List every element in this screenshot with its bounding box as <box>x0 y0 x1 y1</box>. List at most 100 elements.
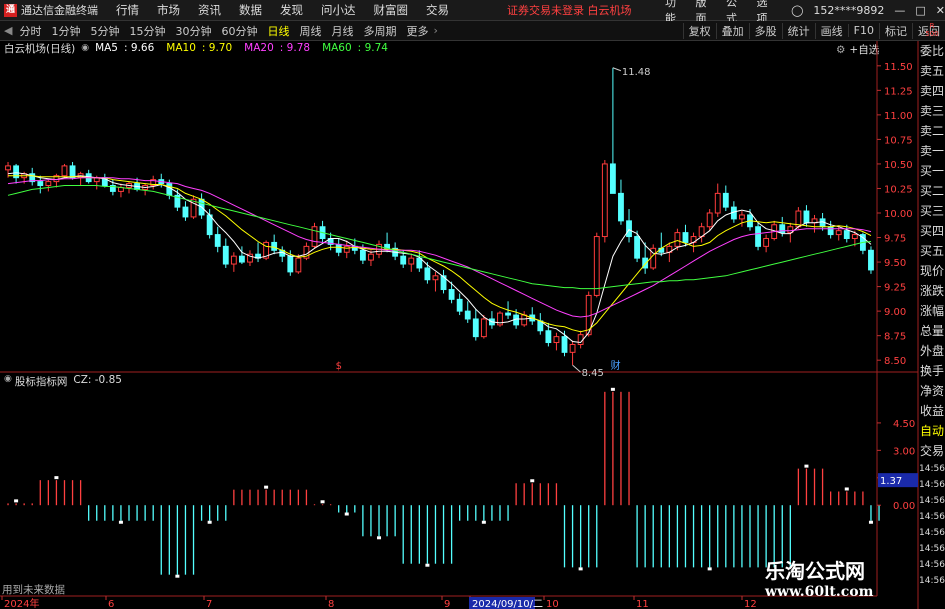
date-tick-label: 2024/09/10/二 <box>472 599 543 609</box>
candle-body <box>45 181 52 187</box>
price-tick-label: 8.50 <box>884 356 906 367</box>
sidebar-item: 委比 <box>919 44 944 58</box>
date-axis: 2024年 6 7 8 9 2024/09/10/二 10 11 12 <box>1 596 757 609</box>
indicator-cap <box>868 520 873 524</box>
price-tick-label: 10.75 <box>884 135 913 146</box>
ma20-line <box>7 177 872 318</box>
sidebar-item: 14:56 <box>919 464 945 474</box>
sidebar-item: 卖三 <box>919 104 944 118</box>
candle-body <box>843 230 850 240</box>
price-tick-label: 10.00 <box>884 209 913 220</box>
price-tick-label: 10.50 <box>884 160 913 171</box>
candle-body <box>763 238 770 247</box>
sub-indicator-legend: ◉ 股标指标网 CZ: -0.85 <box>0 374 122 389</box>
sidebar-item: 买二 <box>919 184 944 198</box>
candle-body <box>722 192 729 208</box>
candle-body <box>416 257 423 269</box>
candle-body <box>779 224 786 234</box>
date-tick-label: 9 <box>444 599 450 609</box>
sidebar-item: 买四 <box>919 224 944 238</box>
watermark: 乐淘公式网 www.60lt.com <box>765 555 915 605</box>
candle-body <box>827 226 834 236</box>
candle-body <box>868 249 874 271</box>
terminal-window: 通 通达信金融终端 行情 市场 资讯 数据 发现 问小达 财富圈 交易 证券交易… <box>0 0 945 609</box>
candle-body <box>577 334 584 345</box>
candle-body <box>214 234 221 247</box>
candle-body <box>505 312 511 316</box>
indicator-cap <box>707 567 712 571</box>
price-tick-label: 8.75 <box>884 332 906 343</box>
indicator-cap <box>844 487 849 491</box>
candle-body <box>480 318 487 338</box>
sidebar-item: 总量 <box>919 324 944 338</box>
sidebar-item: 卖二 <box>919 124 944 138</box>
indicator-cap <box>207 520 212 524</box>
indicator-tick-label: 3.00 <box>893 446 915 457</box>
candle-body <box>714 192 721 214</box>
main-grid <box>0 41 919 609</box>
indicator-cap <box>54 476 59 480</box>
candle-body <box>37 181 44 187</box>
sidebar-item: 换手 <box>919 364 944 378</box>
low-marker-line <box>572 364 581 373</box>
price-tick-label: 9.75 <box>884 234 906 245</box>
candle-body <box>287 255 294 273</box>
price-tick-label: 11.25 <box>884 86 913 97</box>
candle-body <box>472 318 479 338</box>
sidebar-item: 净资 <box>919 384 944 398</box>
candle-body <box>206 214 213 236</box>
candle-body <box>61 165 68 177</box>
indicator-tick-label: 4.50 <box>893 419 915 430</box>
watermark-url: www.60lt.com <box>765 584 874 600</box>
indicator-toggle-icon[interactable]: ◉ <box>4 374 12 389</box>
axis-corner-label: R 500 <box>925 22 939 38</box>
future-data-note: 用到未来数据 <box>2 584 65 596</box>
indicator-cap <box>804 464 809 468</box>
sidebar-item: 14:56 <box>919 480 945 490</box>
indicator-bars <box>7 387 880 578</box>
indicator-cap <box>610 387 615 391</box>
candle-body <box>166 183 173 196</box>
price-tick-label: 9.25 <box>884 283 906 294</box>
sidebar-item[interactable]: 自动 <box>919 421 945 441</box>
candle-body <box>674 232 681 247</box>
indicator-cap <box>14 499 19 503</box>
candle-body <box>593 236 600 296</box>
candle-body <box>343 245 350 253</box>
sidebar-item: 卖四 <box>919 84 944 98</box>
sidebar-item: 现价 <box>919 264 944 278</box>
sidebar-item: 卖一 <box>919 144 944 158</box>
candle-body <box>295 257 302 273</box>
candle-body <box>448 289 455 300</box>
candle-body <box>601 163 608 238</box>
candle-body <box>755 226 761 247</box>
event-marker: 财 <box>611 359 621 372</box>
candle-body <box>368 253 374 261</box>
high-marker-label: 11.48 <box>622 67 651 78</box>
indicator-cap <box>578 567 583 571</box>
candle-body <box>545 330 552 344</box>
sidebar-item: 14:56 <box>919 512 945 522</box>
candle-body <box>609 163 616 194</box>
candle-body <box>626 220 632 238</box>
sidebar-item: 买一 <box>919 164 944 178</box>
candle-body <box>424 267 431 281</box>
sidebar-item: 14:56 <box>919 528 945 538</box>
candle-body <box>682 232 689 243</box>
candlestick-series <box>5 67 874 366</box>
date-tick-label: 8 <box>328 599 334 609</box>
date-tick-label: 11 <box>636 599 649 609</box>
candle-body <box>456 298 463 312</box>
candle-body <box>851 234 858 240</box>
indicator-name: 股标指标网 <box>14 376 68 388</box>
high-marker-line <box>612 67 622 72</box>
candle-body <box>400 255 407 265</box>
price-tick-label: 10.25 <box>884 184 913 195</box>
candle-body <box>311 226 318 247</box>
low-marker-label: 8.45 <box>582 368 604 379</box>
candle-body <box>222 245 229 265</box>
sidebar-item: 收益 <box>919 404 944 418</box>
sidebar-item[interactable]: 交易 <box>919 441 945 461</box>
price-tick-label: 11.50 <box>884 62 913 73</box>
indicator-cap <box>425 563 430 567</box>
